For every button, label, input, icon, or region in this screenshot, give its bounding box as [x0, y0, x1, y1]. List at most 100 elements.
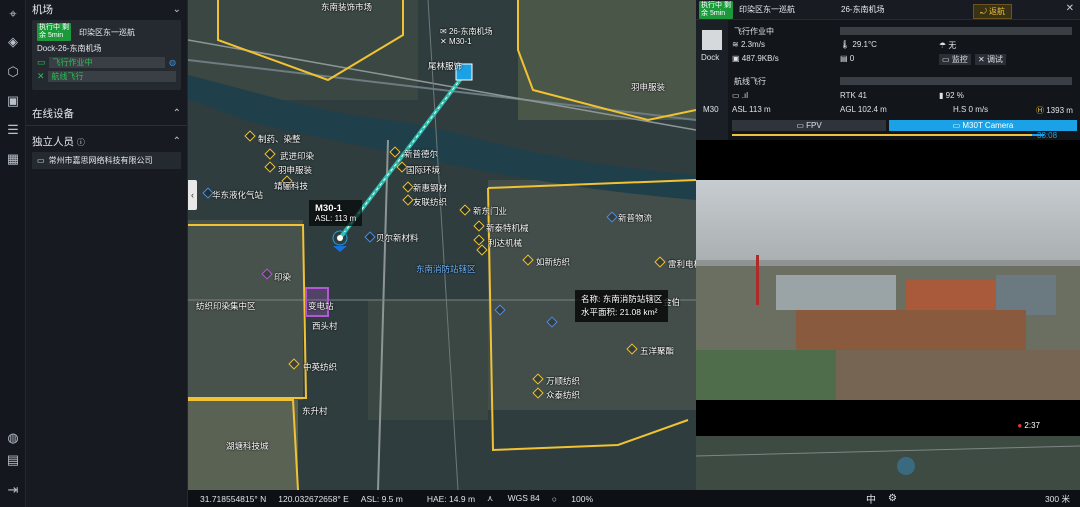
region-tooltip-area: 水平面积: 21.08 km² — [581, 307, 658, 317]
latitude-readout: 31.718554815° N — [200, 493, 267, 504]
settings-gear-icon[interactable]: ⚙ — [888, 493, 897, 504]
chevron-up-icon[interactable]: ⌃ — [173, 108, 181, 119]
online-devices-header[interactable]: 在线设备 ⌃ — [26, 104, 187, 122]
map-label: 五洋聚酯 — [640, 346, 675, 356]
telemetry-header: 执行中 剩余 5min 印染区东一巡航 26-东南机场 — [696, 0, 1080, 20]
map-label: 雷利电机 — [668, 259, 696, 269]
map-label: 如新纺织 — [536, 257, 571, 267]
telemetry-panel: 执行中 剩余 5min 印染区东一巡航 26-东南机场 ⤾ 返航 ✕ Dock … — [696, 0, 1080, 140]
datum-readout: ⋏ WGS 84 — [487, 493, 540, 503]
map-label: 众泰纺织 — [546, 390, 581, 400]
task-name: 印染区东一巡航 — [79, 27, 135, 37]
logout-icon[interactable]: ⇥ — [5, 482, 21, 498]
close-icon[interactable]: ✕ — [1066, 3, 1074, 14]
org-item[interactable]: ▭ 常州市嘉思网络科技有限公司 — [32, 152, 181, 169]
dock-state-bar — [840, 27, 1072, 35]
drone-map-label[interactable]: M30-1 ASL: 113 m — [309, 200, 363, 226]
document-icon[interactable]: ▤ — [5, 452, 21, 468]
airport-section-header[interactable]: 机场 ⌄ — [26, 0, 187, 18]
dock-status: 飞行作业中 — [48, 56, 166, 68]
flight-time: 38:08 — [1037, 131, 1058, 140]
map-view-right[interactable] — [696, 436, 1080, 490]
map-label: 国际环境 — [406, 165, 441, 175]
video-frame — [696, 180, 1080, 436]
monitor-icon: ▭ — [37, 56, 46, 67]
task-status-tag: 执行中 剩余 5min — [37, 23, 71, 41]
cube-icon[interactable]: ⬡ — [5, 64, 21, 80]
map-label: 新惠钢材 — [413, 183, 448, 193]
map-view[interactable]: 东南装饰市场 尾林服饰 羽申服装 制药、染整 武进印染 羽申服装 靖骊科技 华东… — [188, 0, 696, 490]
rainfall: ☂ 无 — [939, 41, 957, 50]
map-label: 西头村 — [312, 321, 338, 331]
temperature: 🌡 29.1°C — [840, 40, 877, 49]
monitor-icon: ▭ — [37, 156, 45, 165]
asl-readout: ASL: 9.5 m — [360, 493, 403, 504]
map-label: 新泰特机械 — [486, 223, 529, 233]
divider — [26, 125, 187, 126]
dock-icon — [702, 30, 722, 50]
map-label: 纺织印染集中区 — [196, 301, 256, 311]
recording-timer: ● 2:37 — [1017, 421, 1040, 430]
online-devices-title: 在线设备 — [32, 107, 74, 120]
info-icon[interactable]: ⓘ — [77, 138, 85, 147]
map-label: 贝尔新材料 — [376, 233, 419, 243]
monitor-button[interactable]: ▭ 监控 — [939, 54, 971, 65]
drone-asl: ASL 113 m — [732, 105, 771, 114]
dock-state: 飞行作业中 — [734, 27, 774, 36]
debug-button[interactable]: ✕ 调试 — [975, 54, 1006, 65]
map-label: 万顺纺织 — [546, 376, 581, 386]
map-label: 东南消防站辖区 — [416, 264, 476, 274]
image-icon[interactable]: ▣ — [5, 93, 21, 109]
dock-side-label: Dock — [701, 53, 720, 62]
playback-progress-bar[interactable] — [732, 134, 1032, 136]
header-task-name: 印染区东一巡航 — [739, 5, 795, 14]
map-label: 羽申服装 — [278, 165, 313, 175]
map-label: 利达机械 — [488, 238, 523, 248]
map-label: 变电站 — [308, 301, 334, 311]
calendar-icon[interactable]: ▦ — [5, 151, 21, 167]
layers-icon[interactable]: ◈ — [5, 34, 21, 50]
map-label: 湖塘科技城 — [226, 441, 269, 451]
collapse-panel-button[interactable]: ‹ — [188, 180, 197, 210]
rtk-status: RTK 41 — [840, 91, 867, 100]
drone-label-name: M30-1 — [315, 203, 342, 214]
staff-section-title: 独立人员 — [32, 135, 74, 148]
horizontal-speed: H.S 0 m/s — [953, 105, 989, 114]
home-distance: Ⓗ 1393 m — [1036, 106, 1073, 115]
dock-card[interactable]: 执行中 剩余 5min 印染区东一巡航 Dock-26-东南机场 ▭ 飞行作业中… — [32, 20, 181, 90]
chevron-down-icon[interactable]: ⌄ — [173, 4, 181, 15]
language-toggle[interactable]: 中 — [866, 491, 876, 506]
map-label: 尾林服饰 — [428, 61, 463, 71]
camera-video-feed[interactable]: ● 2:37 — [696, 180, 1080, 436]
map-label: 制药、染整 — [258, 134, 301, 144]
dock-map-label: ✉ 26-东南机场 ✕ M30-1 — [440, 27, 493, 46]
map-label: 友联纺织 — [413, 197, 448, 207]
org-name: 常州市嘉思网络科技有限公司 — [48, 156, 153, 165]
drone-state: 航线飞行 — [734, 77, 766, 86]
map-label: 新普德尔 — [404, 149, 439, 159]
region-tooltip-name: 名称: 东南消防站辖区 — [581, 294, 663, 304]
header-dock-name: 26-东南机场 — [841, 5, 885, 14]
tab-fpv[interactable]: ▭ FPV — [732, 120, 886, 131]
map-label: 靖骊科技 — [274, 181, 309, 191]
chevron-up-icon[interactable]: ⌃ — [173, 136, 181, 147]
map-label: 东南装饰市场 — [321, 2, 373, 12]
globe-icon[interactable]: ◍ — [5, 430, 21, 446]
scale-readout: 300 米 — [1044, 493, 1070, 504]
list-icon[interactable]: ☰ — [5, 122, 21, 138]
left-rail: ⌖ ◈ ⬡ ▣ ☰ ▦ ◍ ▤ ⇥ — [0, 0, 26, 507]
airport-section-title: 机场 — [32, 3, 53, 16]
staff-section-header[interactable]: 独立人员 ⓘ ⌃ — [26, 132, 187, 150]
tab-camera[interactable]: ▭ M30T Camera — [889, 120, 1077, 131]
signal-icon: ▭ .ıl — [732, 91, 749, 100]
video-letterbox-top — [696, 140, 1080, 180]
drone-label-asl: ASL: 113 m — [315, 214, 357, 223]
map-label: 新普物流 — [618, 213, 653, 223]
globe-small-icon[interactable]: ◍ — [169, 58, 176, 67]
map-label: 羽申服装 — [631, 82, 666, 92]
return-home-button[interactable]: ⤾ 返航 — [973, 4, 1012, 19]
hae-readout: HAE: 14.9 m — [426, 493, 476, 504]
status-bar: 31.718554815° N 120.032672658° E ASL: 9.… — [188, 490, 1080, 507]
location-pin-icon[interactable]: ⌖ — [5, 6, 21, 22]
longitude-readout: 120.032672658° E — [278, 493, 349, 504]
